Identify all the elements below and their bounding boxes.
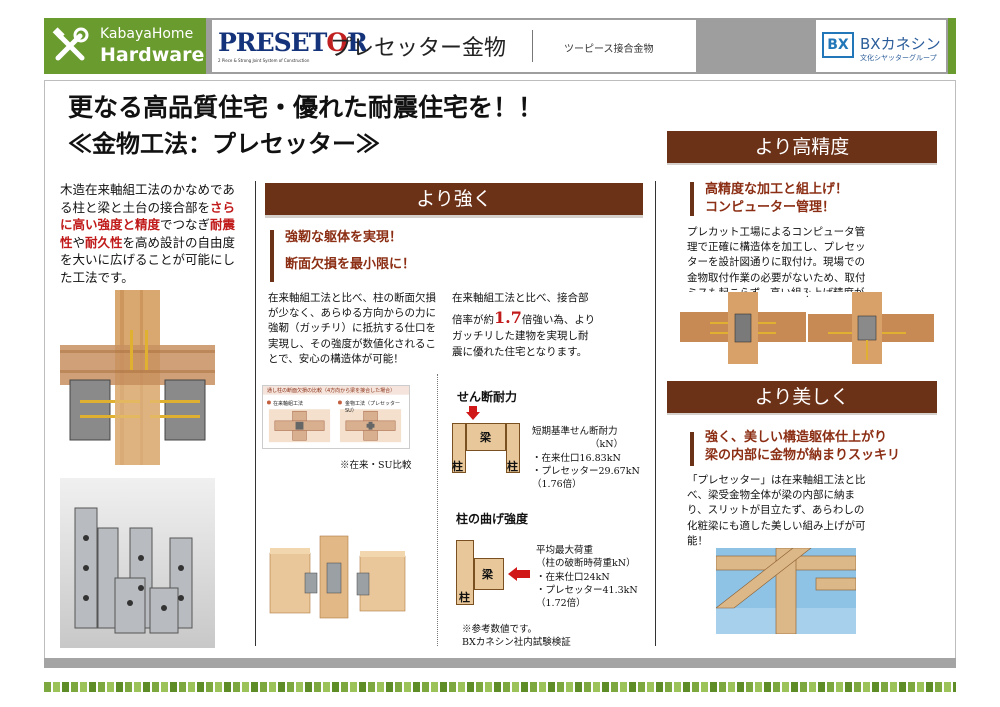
bend-head: 平均最大荷重 — [536, 545, 594, 556]
beauty-body: 「プレセッター」は在来軸組工法と比べ、梁受金物全体が梁の内部に納まり、スリットが… — [687, 474, 866, 547]
precision-catch-1: 高精度な加工と組上げ！ — [705, 182, 849, 197]
stronger-catch-2: 断面欠損を最小限に！ — [285, 256, 416, 272]
presetor-logo-word: PRESETOR — [218, 28, 368, 57]
reference-note: ※参考数値です。 BXカネシン社内試験検証 — [462, 623, 571, 650]
shear-unit: （kN） — [590, 439, 624, 451]
intro-part3: や — [72, 234, 86, 250]
beauty-catch-1: 強く、美しい構造躯体仕上がり — [705, 430, 888, 445]
intro-part1: 木造在来軸組工法のかなめである柱と梁と土台の接合部を — [60, 182, 235, 215]
bend-title: 柱の曲げ強度 — [456, 512, 529, 526]
stronger-catch-bar — [270, 230, 274, 282]
footer-green-stripe — [44, 677, 960, 692]
presetor-logo: PRESETOR 2 Piece & Strong Joint System o… — [218, 28, 368, 63]
precision-joint-photo-2 — [808, 292, 934, 364]
compare-left-label: 在来軸組工法 — [273, 401, 304, 407]
precision-catch-2: コンピューター管理！ — [705, 200, 836, 216]
title-divider — [532, 30, 533, 62]
shear-head: 短期基準せん断耐力 — [532, 426, 618, 437]
bend-unit: （柱の破断時荷重kN） — [536, 558, 636, 570]
beauty-structure-photo — [716, 548, 856, 634]
intro-text: 木造在来軸組工法のかなめである柱と梁と土台の接合部をさらに高い強度と精度でつなぎ… — [60, 181, 246, 286]
beauty-banner: より美しく — [667, 381, 937, 413]
bend-values: 平均最大荷重 （柱の破断時荷重kN） ・在来仕口24kN ・プレセッター41.3… — [536, 544, 656, 610]
precision-banner: より高精度 — [667, 131, 937, 163]
bend-col-label: 柱 — [459, 591, 470, 604]
headline-sub: ≪金物工法：プレセッター≫ — [68, 129, 380, 158]
precision-catch-bar — [690, 182, 694, 216]
section-comparison-figure: 通し柱の断面欠損の比較（4方向から梁を接合した場合） 在来軸組工法 金物工法（プ… — [262, 385, 410, 449]
stronger-banner: より強く — [265, 183, 643, 215]
tools-icon — [52, 27, 89, 61]
shear-title: せん断耐力 — [457, 390, 518, 404]
partner-logo: BX BXカネシン 文化シヤッターグループ — [816, 20, 946, 72]
presetor-logo-sub: 2 Piece & Strong Joint System of Constru… — [218, 58, 310, 63]
joint-photo — [60, 290, 215, 465]
metal-parts-photo — [60, 478, 215, 648]
shear-col-label-left: 柱 — [452, 460, 463, 473]
beauty-catch-2: 梁の内部に金物が納まりスッキリ — [705, 448, 901, 464]
shear-value-presetor: ・プレセッター29.67kN — [532, 465, 640, 477]
beauty-catch: 強く、美しい構造躯体仕上がり 梁の内部に金物が納まりスッキリ — [705, 429, 900, 465]
partner-name: BXカネシン — [860, 35, 941, 53]
title-box: PRESETOR 2 Piece & Strong Joint System o… — [212, 20, 696, 72]
stiffness-number: 1.7 — [494, 308, 522, 328]
precision-joint-photo-1 — [680, 292, 806, 364]
bend-beam-label: 梁 — [482, 568, 493, 581]
page-title: プレセッター金物 — [330, 36, 507, 61]
reference-note-1: ※参考数値です。 — [462, 624, 538, 635]
page-header: KabayaHome Hardware PRESETOR 2 Piece & S… — [44, 18, 956, 74]
page-subtitle: ツーピース接合金物 — [564, 44, 654, 55]
bend-ratio: （1.72倍） — [536, 598, 586, 610]
compare-title: 通し柱の断面欠損の比較（4方向から梁を接合した場合） — [267, 388, 396, 394]
bend-value-conventional: ・在来仕口24kN — [536, 571, 610, 583]
compare-caption: ※在来・SU比較 — [340, 460, 412, 471]
header-green-edge — [948, 18, 956, 74]
divider-left — [255, 181, 256, 646]
precision-catch: 高精度な加工と組上げ！ コンピューター管理！ — [705, 181, 848, 217]
bx-mark: BX — [822, 32, 854, 58]
shear-arrow-icon — [466, 405, 480, 420]
compare-right-label: 金物工法（プレセッターSU） — [345, 401, 401, 414]
bend-arrow-icon — [508, 566, 530, 581]
footer-gray-band — [44, 658, 956, 668]
brand-top-text: KabayaHome — [100, 26, 194, 42]
timber-blocks-photo — [265, 528, 415, 628]
reference-note-2: BXカネシン社内試験検証 — [462, 637, 571, 649]
intro-part2: でつなぎ — [160, 217, 211, 232]
bend-value-presetor: ・プレセッター41.3kN — [536, 584, 638, 596]
shear-col-label-right: 柱 — [507, 460, 518, 473]
stronger-catch: 強靭な躯体を実現！ 断面欠損を最小限に！ — [285, 228, 415, 276]
headline-main: 更なる高品質住宅・優れた耐震住宅を！！ — [68, 93, 544, 122]
shear-ratio: （1.76倍） — [532, 479, 582, 491]
brand-bottom-text: Hardware — [100, 44, 205, 66]
shear-values: 短期基準せん断耐力 （kN） ・在来仕口16.83kN ・プレセッター29.67… — [532, 425, 652, 491]
stiffness-text: 在来軸組工法と比べ、接合部倍率が約1.7倍強い為、より ガッチリした建物を実現し… — [452, 291, 597, 360]
divider-dotted — [437, 374, 438, 646]
partner-sub: 文化シヤッターグループ — [860, 54, 937, 62]
shear-value-conventional: ・在来仕口16.83kN — [532, 452, 621, 464]
stronger-catch-1: 強靭な躯体を実現！ — [285, 230, 403, 245]
kabaya-brand-block: KabayaHome Hardware — [44, 18, 206, 74]
shear-beam-label: 梁 — [480, 431, 491, 444]
stronger-body: 在来軸組工法と比べ、柱の断面欠損が少なく、あらゆる方向からの力に強靭（ガッチリ）… — [268, 292, 436, 365]
beauty-catch-bar — [690, 432, 694, 466]
intro-highlight-durability: 耐久性 — [85, 234, 123, 250]
